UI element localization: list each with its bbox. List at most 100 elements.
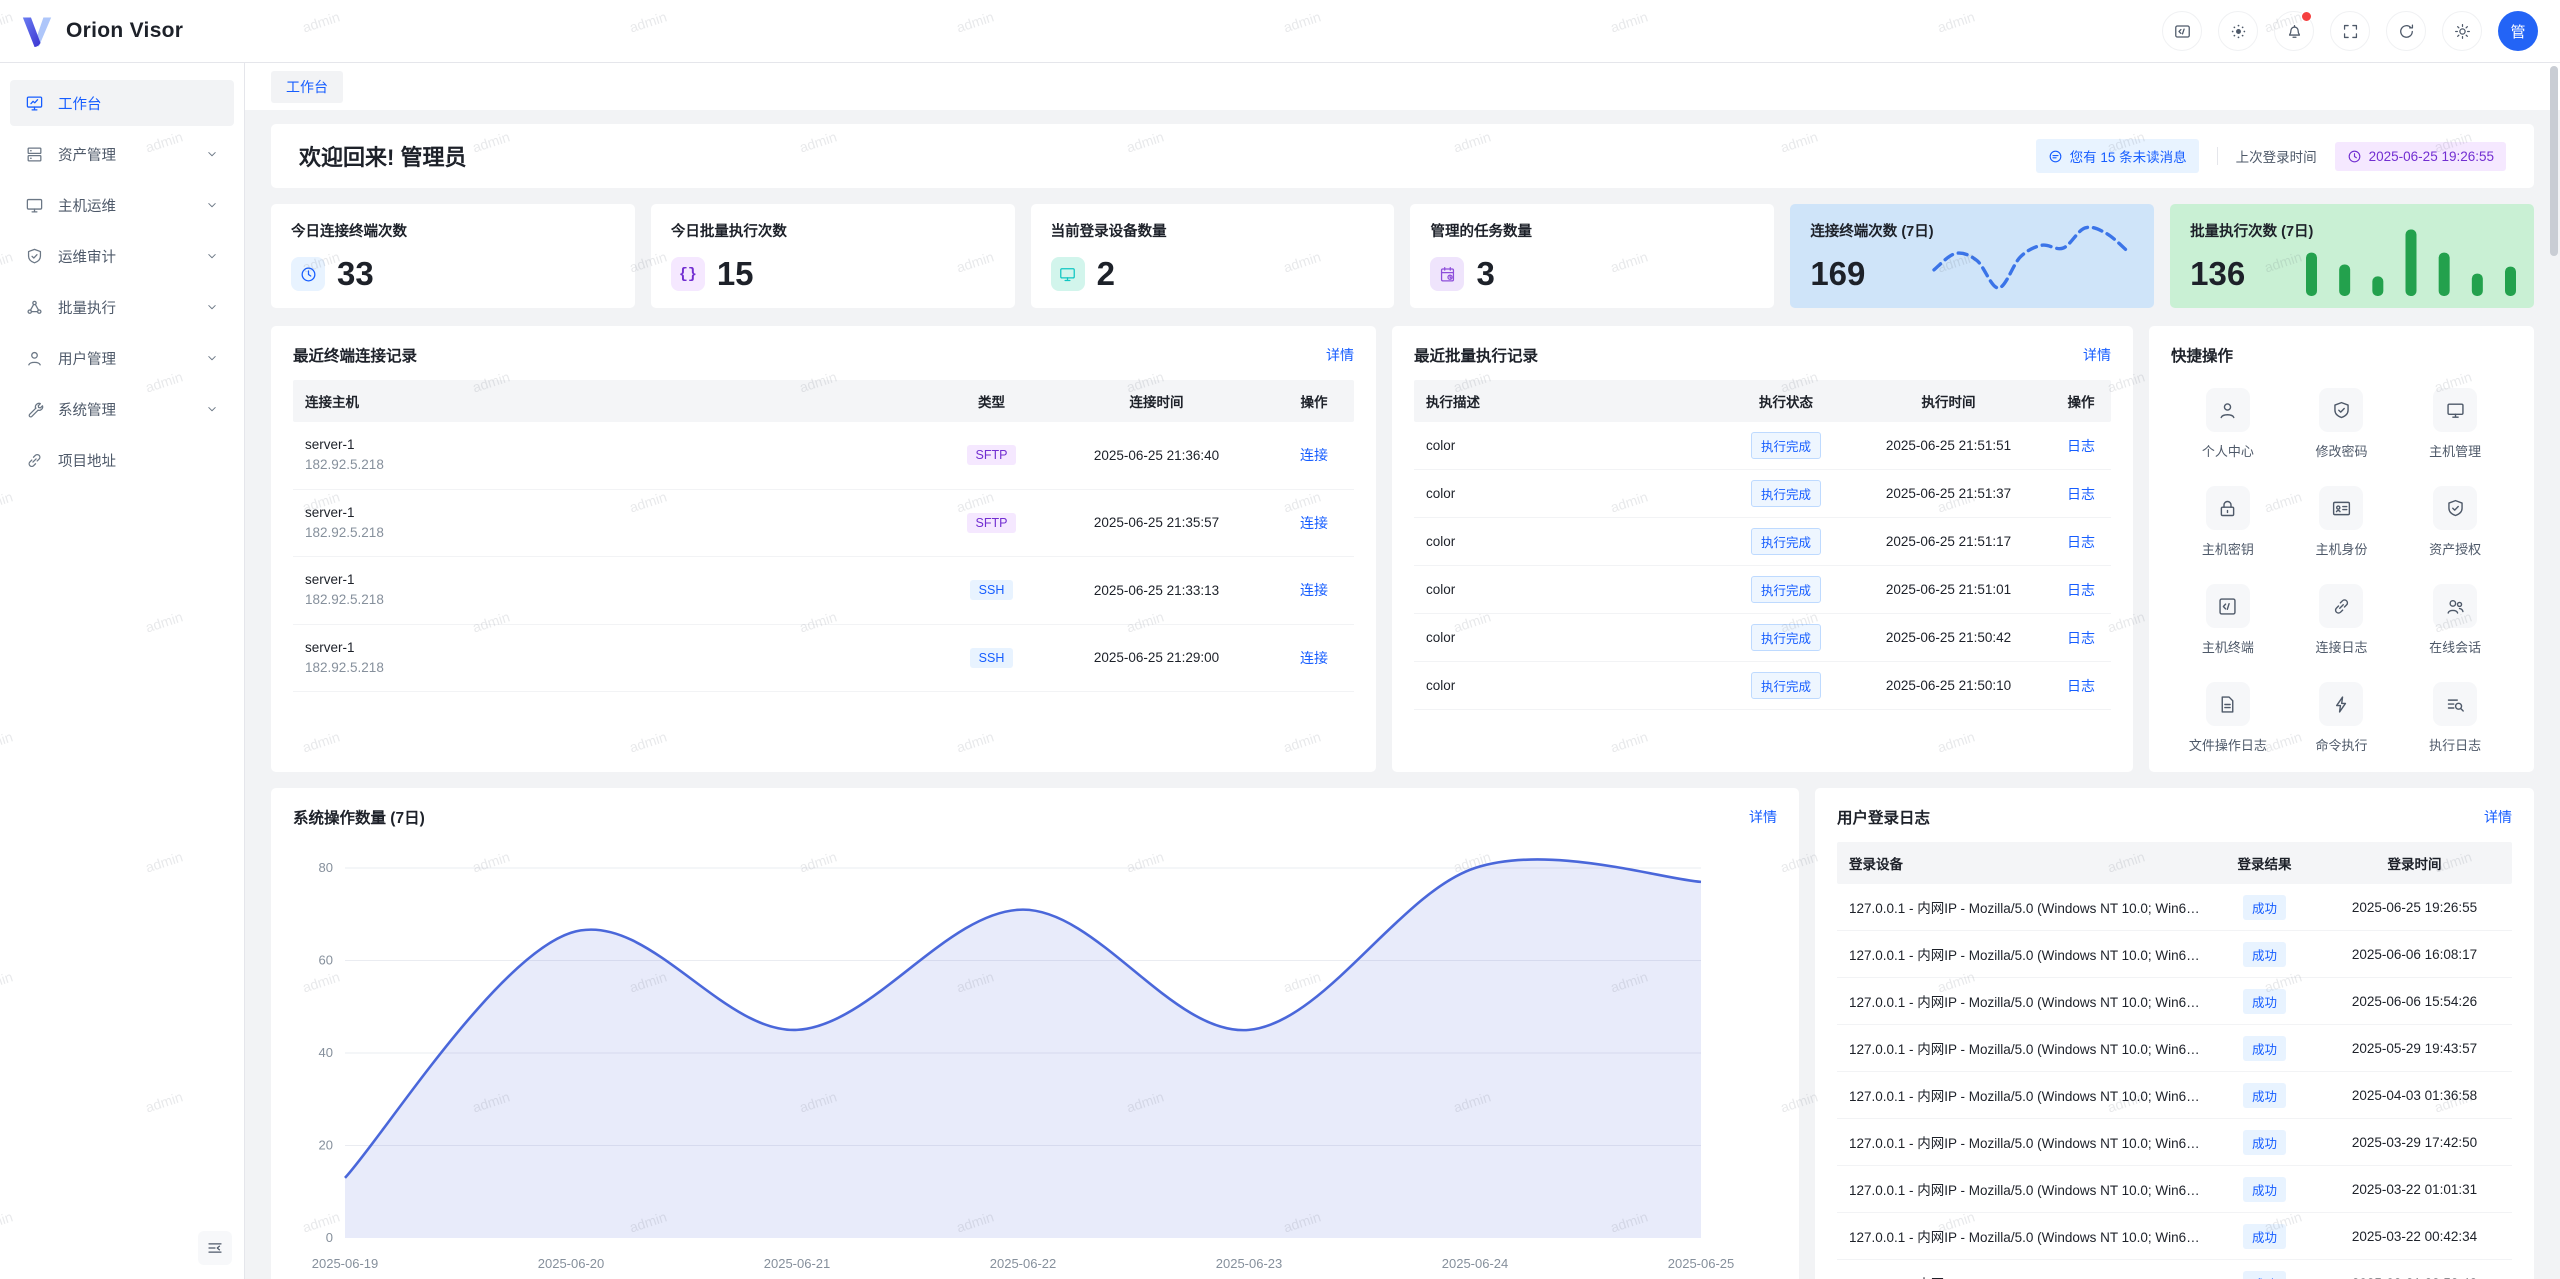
vertical-scrollbar[interactable]: [2550, 66, 2558, 1276]
login-time: 2025-06-06 16:08:17: [2317, 936, 2512, 972]
login-time: 2025-03-22 00:42:34: [2317, 1218, 2512, 1254]
svg-text:20: 20: [319, 1138, 333, 1153]
sidebar-item-host-ops[interactable]: 主机运维: [10, 182, 234, 228]
connect-link[interactable]: 连接: [1300, 582, 1328, 598]
sidebar-item-label: 用户管理: [58, 348, 116, 369]
log-link[interactable]: 日志: [2067, 582, 2095, 598]
stat-value: 33: [337, 255, 374, 293]
refresh-icon: [2397, 22, 2416, 41]
lock-icon: [2206, 486, 2250, 530]
sidebar-item-workbench[interactable]: 工作台: [10, 80, 234, 126]
sidebar-item-label: 批量执行: [58, 297, 116, 318]
markdown-code-button[interactable]: [2162, 11, 2202, 51]
login-result-tag: 成功: [2243, 989, 2286, 1014]
quick-action-file-operation-logs[interactable]: 文件操作日志: [2171, 682, 2285, 754]
refresh-button[interactable]: [2386, 11, 2426, 51]
exec-time: 2025-06-25 21:51:01: [1846, 572, 2051, 607]
search-list-icon: [2433, 682, 2477, 726]
exec-description: color: [1414, 524, 1726, 559]
sidebar-item-users[interactable]: 用户管理: [10, 335, 234, 381]
quick-action-change-password[interactable]: 修改密码: [2285, 388, 2399, 460]
login-logs-detail-link[interactable]: 详情: [2484, 807, 2512, 827]
batch-cluster-icon: [25, 298, 44, 317]
table-row: color 执行完成 2025-06-25 21:50:10 日志: [1414, 662, 2111, 710]
theme-toggle-button[interactable]: [2218, 11, 2258, 51]
exec-description: color: [1414, 428, 1726, 463]
unread-messages-text: 您有 15 条未读消息: [2070, 146, 2187, 166]
unread-messages-badge[interactable]: 您有 15 条未读消息: [2036, 139, 2199, 173]
message-icon: [2048, 149, 2063, 164]
stats-row: 今日连接终端次数 33 今日批量执行次数 {} 15 当前登录设备数量: [271, 204, 2534, 308]
exec-time: 2025-06-25 21:51:17: [1846, 524, 2051, 559]
user-avatar[interactable]: 管: [2498, 11, 2538, 51]
sidebar-item-audit[interactable]: 运维审计: [10, 233, 234, 279]
settings-button[interactable]: [2442, 11, 2482, 51]
quick-action-label: 执行日志: [2429, 735, 2481, 754]
recent-executions-detail-link[interactable]: 详情: [2083, 345, 2111, 365]
terminal-7d-sparkline: [1926, 220, 2136, 296]
sidebar-item-project-link[interactable]: 项目地址: [10, 437, 234, 483]
log-link[interactable]: 日志: [2067, 678, 2095, 694]
audit-shield-icon: [25, 247, 44, 266]
divider: [2217, 147, 2218, 165]
col-header: 执行状态: [1726, 380, 1846, 422]
stat-card-managed-tasks: 管理的任务数量 3: [1410, 204, 1774, 308]
ops-chart-detail-link[interactable]: 详情: [1749, 807, 1777, 827]
link-icon: [25, 451, 44, 470]
quick-action-host-management[interactable]: 主机管理: [2398, 388, 2512, 460]
chevron-down-icon: [205, 249, 219, 263]
host-ip: 182.92.5.218: [305, 523, 932, 543]
login-result-tag: 成功: [2243, 1130, 2286, 1155]
svg-text:80: 80: [319, 860, 333, 875]
login-device: 127.0.0.1 - 内网IP - Mozilla/5.0 (Windows …: [1837, 1075, 2212, 1116]
host-name: server-1: [305, 503, 932, 523]
recent-executions-title: 最近批量执行记录: [1414, 344, 1538, 366]
log-link[interactable]: 日志: [2067, 486, 2095, 502]
quick-action-execution-logs[interactable]: 执行日志: [2398, 682, 2512, 754]
quick-action-host-identity[interactable]: 主机身份: [2285, 486, 2399, 558]
sidebar-item-label: 项目地址: [58, 450, 116, 471]
quick-action-connection-logs[interactable]: 连接日志: [2285, 584, 2399, 656]
chevron-down-icon: [205, 198, 219, 212]
log-link[interactable]: 日志: [2067, 438, 2095, 454]
connect-link[interactable]: 连接: [1300, 515, 1328, 531]
ops-area-chart: 0204060802025-06-192025-06-202025-06-212…: [293, 836, 1777, 1279]
quick-action-host-keys[interactable]: 主机密钥: [2171, 486, 2285, 558]
protocol-tag: SFTP: [967, 445, 1017, 465]
table-row: color 执行完成 2025-06-25 21:50:42 日志: [1414, 614, 2111, 662]
quick-action-command-execution[interactable]: 命令执行: [2285, 682, 2399, 754]
sidebar-item-system[interactable]: 系统管理: [10, 386, 234, 432]
table-row: color 执行完成 2025-06-25 21:51:37 日志: [1414, 470, 2111, 518]
link-icon: [2319, 584, 2363, 628]
log-link[interactable]: 日志: [2067, 534, 2095, 550]
sidebar-collapse-button[interactable]: [198, 1231, 232, 1265]
sidebar-item-assets[interactable]: 资产管理: [10, 131, 234, 177]
recent-executions-table: color 执行完成 2025-06-25 21:51:51 日志 color …: [1414, 422, 2111, 710]
sidebar-item-batch-exec[interactable]: 批量执行: [10, 284, 234, 330]
table-row: 127.0.0.1 - 内网IP - Mozilla/5.0 (Windows …: [1837, 978, 2512, 1025]
quick-action-online-sessions[interactable]: 在线会话: [2398, 584, 2512, 656]
login-result-tag: 成功: [2243, 1083, 2286, 1108]
notifications-button[interactable]: [2274, 11, 2314, 51]
quick-action-asset-authorization[interactable]: 资产授权: [2398, 486, 2512, 558]
log-link[interactable]: 日志: [2067, 630, 2095, 646]
protocol-tag: SSH: [970, 580, 1014, 600]
recent-connections-detail-link[interactable]: 详情: [1326, 345, 1354, 365]
connect-link[interactable]: 连接: [1300, 447, 1328, 463]
breadcrumb-item-workbench[interactable]: 工作台: [271, 71, 343, 103]
fullscreen-button[interactable]: [2330, 11, 2370, 51]
table-row: server-1 182.92.5.218 SSH 2025-06-25 21:…: [293, 557, 1354, 625]
login-time: 2025-06-25 19:26:55: [2317, 889, 2512, 925]
chevron-down-icon: [205, 300, 219, 314]
gear-icon: [2453, 22, 2472, 41]
scrollbar-thumb[interactable]: [2550, 66, 2558, 256]
quick-action-personal-center[interactable]: 个人中心: [2171, 388, 2285, 460]
svg-text:40: 40: [319, 1045, 333, 1060]
braces-icon: {}: [671, 257, 705, 291]
quick-action-host-terminal[interactable]: 主机终端: [2171, 584, 2285, 656]
exec-status-tag: 执行完成: [1751, 576, 1821, 603]
stat-card-batch-7d: 批量执行次数 (7日) 136: [2170, 204, 2534, 308]
exec-time: 2025-06-25 21:51:37: [1846, 476, 2051, 511]
stat-value: 169: [1810, 255, 1865, 293]
connect-link[interactable]: 连接: [1300, 650, 1328, 666]
